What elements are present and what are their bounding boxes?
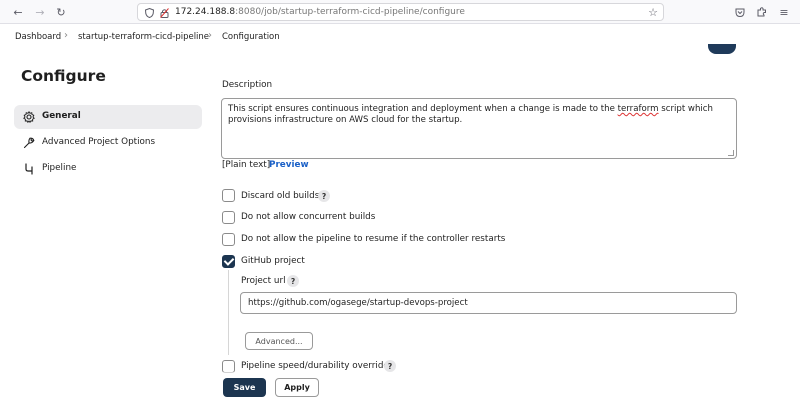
pocket-icon[interactable] [733, 5, 747, 19]
description-textarea[interactable]: This script ensures continuous integrati… [221, 98, 737, 159]
project-url-input[interactable]: https://github.com/ogasege/startup-devop… [240, 292, 737, 314]
page-title: Configure [21, 67, 106, 85]
gear-icon [22, 110, 36, 124]
back-icon[interactable]: ← [10, 4, 26, 20]
forward-icon[interactable]: → [32, 4, 48, 20]
lock-icon[interactable] [157, 6, 171, 20]
browser-toolbar: ← → ↻ 172.24.188.8:8080/job/startup-terr… [0, 0, 800, 24]
discard-old-builds-checkbox[interactable] [222, 189, 235, 202]
advanced-button[interactable]: Advanced... [245, 332, 313, 350]
description-label: Description [222, 80, 273, 90]
url-bar[interactable]: 172.24.188.8:8080/job/startup-terraform-… [137, 3, 664, 21]
nested-section-divider [228, 270, 229, 355]
plain-text-label: [Plain text] [222, 160, 271, 170]
github-project-checkbox[interactable] [222, 255, 235, 268]
no-concurrent-builds-checkbox[interactable] [222, 211, 235, 224]
no-resume-checkbox[interactable] [222, 233, 235, 246]
shield-icon[interactable] [142, 6, 156, 20]
no-concurrent-builds-label: Do not allow concurrent builds [241, 212, 376, 222]
sidebar-item-label: General [42, 111, 81, 121]
menu-icon[interactable]: ≡ [777, 5, 791, 19]
url-path: :8080/job/startup-terraform-cicd-pipelin… [235, 7, 465, 17]
sidebar-item-advanced-project-options[interactable]: Advanced Project Options [14, 131, 202, 155]
pipeline-durability-label: Pipeline speed/durability override [241, 361, 389, 371]
chevron-right-icon: › [64, 30, 68, 41]
url-host: 172.24.188.8 [175, 7, 236, 17]
reload-icon[interactable]: ↻ [53, 4, 69, 20]
github-project-label: GitHub project [241, 256, 305, 266]
wrench-icon [22, 136, 36, 150]
breadcrumb-job[interactable]: startup-terraform-cicd-pipeline [78, 32, 209, 42]
enable-toggle[interactable] [708, 44, 736, 54]
resize-handle[interactable] [728, 150, 734, 156]
preview-link[interactable]: Preview [269, 160, 309, 170]
help-icon[interactable]: ? [384, 360, 396, 372]
breadcrumb-dashboard[interactable]: Dashboard [15, 32, 61, 42]
help-icon[interactable]: ? [318, 190, 330, 202]
apply-button[interactable]: Apply [275, 378, 319, 397]
breadcrumb: Dashboard › startup-terraform-cicd-pipel… [0, 24, 800, 54]
description-text: This script ensures continuous integrati… [228, 104, 618, 114]
no-resume-label: Do not allow the pipeline to resume if t… [241, 234, 506, 244]
sidebar-item-pipeline[interactable]: Pipeline [14, 157, 202, 181]
project-url-label: Project url [241, 276, 286, 286]
pipeline-icon [22, 162, 36, 176]
sidebar-item-general[interactable]: General [14, 105, 202, 129]
sidebar-item-label: Pipeline [42, 163, 77, 173]
extensions-icon[interactable] [755, 5, 769, 19]
breadcrumb-configuration[interactable]: Configuration [222, 32, 280, 42]
chevron-right-icon: › [208, 30, 212, 41]
save-button[interactable]: Save [223, 378, 266, 397]
sidebar-item-label: Advanced Project Options [42, 137, 156, 147]
discard-old-builds-label: Discard old builds [241, 191, 320, 201]
help-icon[interactable]: ? [287, 275, 299, 287]
url-text: 172.24.188.8:8080/job/startup-terraform-… [175, 7, 465, 17]
spellcheck-word: terraform [617, 104, 659, 114]
bookmark-star-icon[interactable]: ☆ [646, 5, 660, 19]
